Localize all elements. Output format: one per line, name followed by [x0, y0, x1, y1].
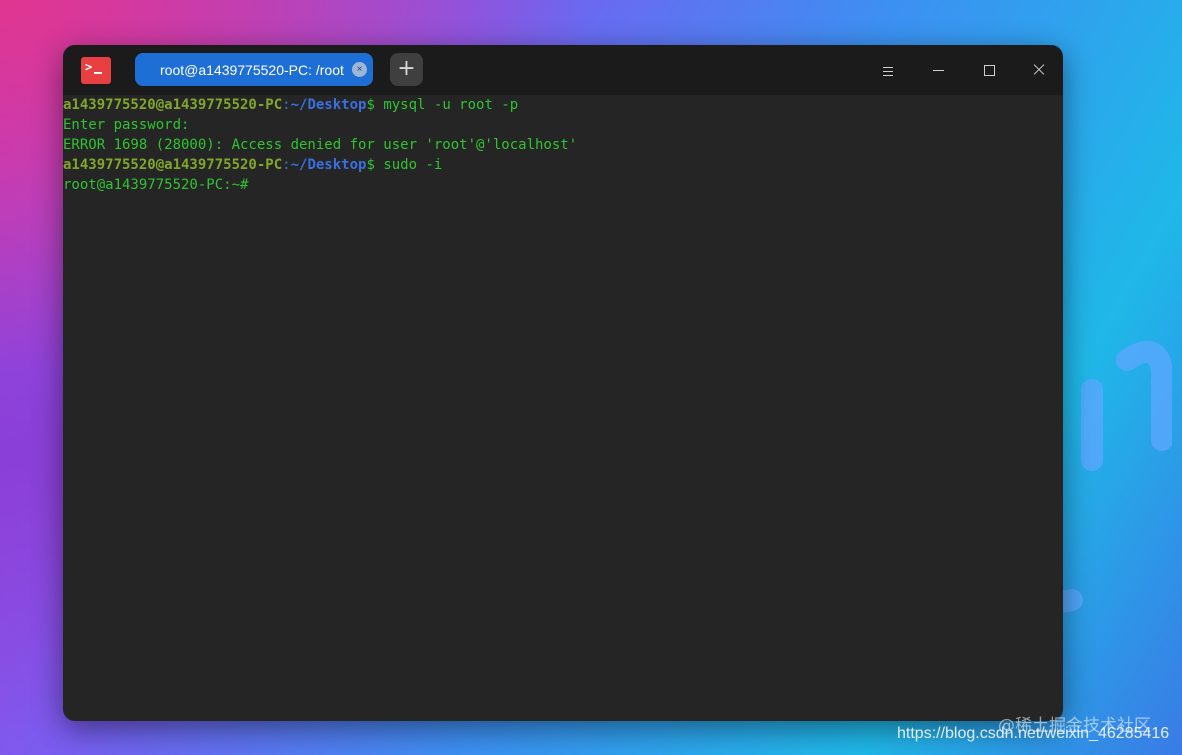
tab-label: root@a1439775520-PC: /root: [160, 62, 344, 78]
tab-close-icon[interactable]: ×: [352, 62, 367, 77]
watermark-url: https://blog.csdn.net/weixin_46285416: [897, 725, 1170, 742]
prompt-user: a1439775520@a1439775520-PC: [63, 157, 283, 173]
command-text: sudo -i: [374, 157, 443, 173]
terminal-window: > root@a1439775520-PC: /root × + a143977…: [63, 45, 1063, 721]
hamburger-icon: [875, 58, 901, 76]
command-text: mysql -u root -p: [374, 97, 519, 113]
prompt-user: a1439775520@a1439775520-PC: [63, 97, 283, 113]
minimize-button[interactable]: [926, 58, 952, 82]
menu-button[interactable]: [875, 58, 901, 82]
terminal-output[interactable]: a1439775520@a1439775520-PC:~/Desktop$ my…: [63, 95, 1063, 721]
new-tab-button[interactable]: +: [390, 53, 423, 86]
terminal-line: ERROR 1698 (28000): Access denied for us…: [63, 137, 578, 153]
tab-active[interactable]: root@a1439775520-PC: /root ×: [135, 53, 373, 86]
terminal-line: Enter password:: [63, 117, 190, 133]
terminal-line: a1439775520@a1439775520-PC:~/Desktop$ my…: [63, 95, 1063, 115]
prompt-path: ~/Desktop: [290, 157, 367, 173]
prompt-path: ~/Desktop: [290, 97, 367, 113]
minimize-icon: [933, 70, 944, 71]
close-button[interactable]: [1026, 58, 1052, 82]
terminal-line: a1439775520@a1439775520-PC:~/Desktop$ su…: [63, 155, 1063, 175]
prompt-colon: :: [282, 157, 291, 173]
maximize-icon: [984, 65, 995, 76]
terminal-icon[interactable]: >: [81, 57, 111, 84]
title-bar: > root@a1439775520-PC: /root × +: [63, 45, 1063, 95]
prompt-symbol: $: [366, 97, 375, 113]
terminal-line: root@a1439775520-PC:~#: [63, 177, 249, 193]
prompt-colon: :: [282, 97, 291, 113]
prompt-symbol: $: [366, 157, 375, 173]
maximize-button[interactable]: [976, 58, 1002, 82]
